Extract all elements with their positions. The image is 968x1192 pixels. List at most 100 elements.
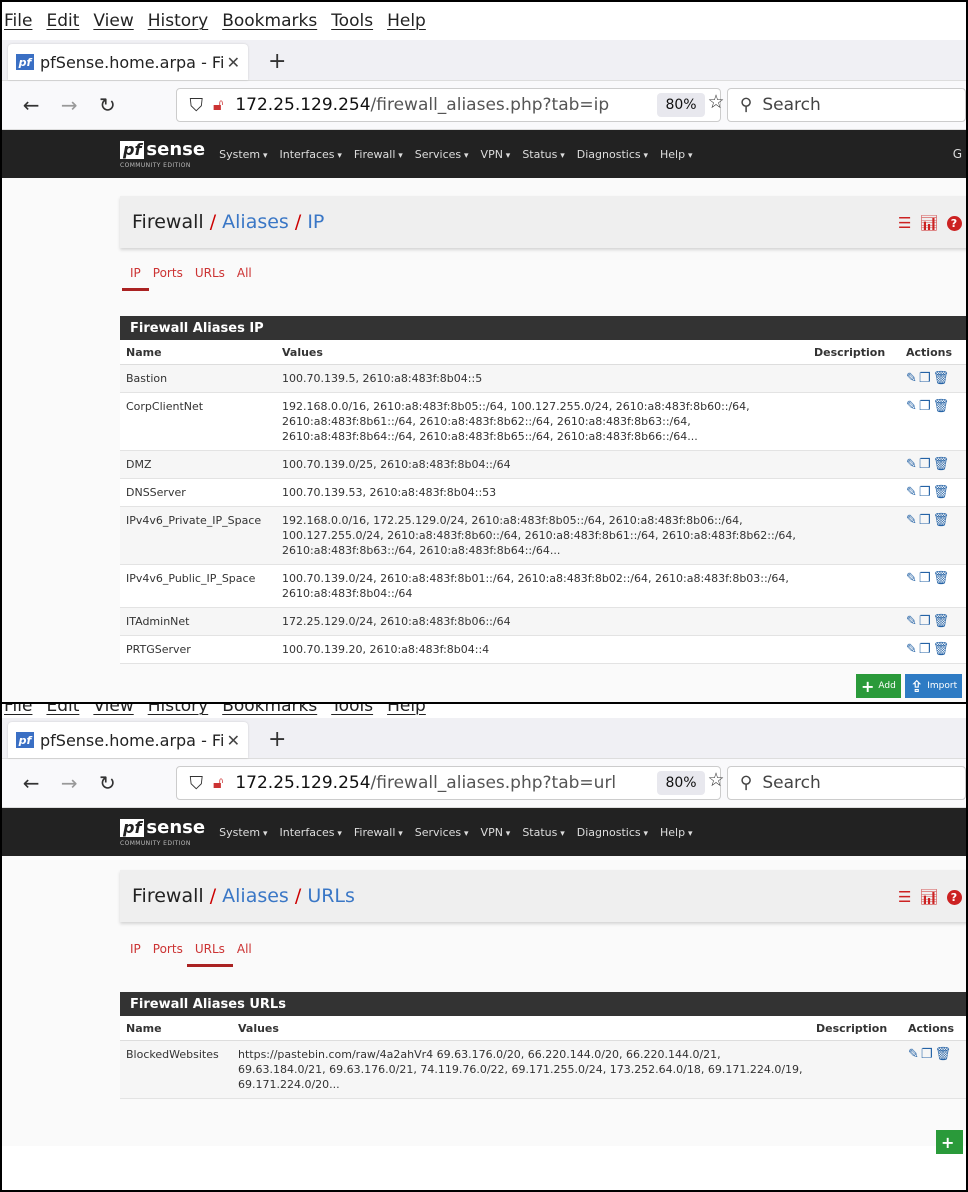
forward-arrow-icon[interactable]: → [50,93,88,117]
copy-icon[interactable]: ❐ [919,457,931,472]
url-text[interactable]: 172.25.129.254/firewall_aliases.php?tab=… [235,773,616,793]
trash-icon[interactable]: 🗑︎ [933,642,950,657]
edit-pencil-icon[interactable]: ✎ [906,399,917,414]
copy-icon[interactable]: ❐ [919,571,931,586]
nav-firewall[interactable]: Firewall [354,148,403,161]
tab-all[interactable]: All [237,266,252,280]
edit-pencil-icon[interactable]: ✎ [906,371,917,386]
chart-icon[interactable]: 📊︎ [919,888,938,906]
nav-firewall[interactable]: Firewall [354,826,403,839]
breadcrumb-ip[interactable]: IP [307,211,324,233]
zoom-indicator[interactable]: 80% [657,771,705,795]
close-tab-icon[interactable]: ✕ [227,731,240,750]
back-arrow-icon[interactable]: ← [12,93,50,117]
search-box[interactable]: ⚲ Search [726,766,966,800]
tab-ports[interactable]: Ports [153,266,183,280]
trash-icon[interactable]: 🗑︎ [933,614,950,629]
menu-history[interactable]: History [148,704,208,716]
nav-system[interactable]: System [219,826,267,839]
search-box[interactable]: ⚲ Search [726,88,966,122]
browser-tab[interactable]: pf pfSense.home.arpa - Fire ✕ [8,722,248,758]
new-tab-icon[interactable]: + [268,49,286,74]
edit-pencil-icon[interactable]: ✎ [906,571,917,586]
trash-icon[interactable]: 🗑︎ [933,457,950,472]
bookmark-star-icon[interactable]: ☆ [707,91,724,113]
tab-ports[interactable]: Ports [153,942,183,956]
trash-icon[interactable]: 🗑︎ [933,571,950,586]
copy-icon[interactable]: ❐ [919,371,931,386]
nav-diagnostics[interactable]: Diagnostics [577,826,648,839]
url-text[interactable]: 172.25.129.254/firewall_aliases.php?tab=… [235,95,609,115]
tab-all[interactable]: All [237,942,252,956]
edit-pencil-icon[interactable]: ✎ [906,614,917,629]
menu-history[interactable]: History [148,11,208,31]
nav-help[interactable]: Help [660,826,692,839]
new-tab-icon[interactable]: + [268,727,286,752]
chart-icon[interactable]: 📊︎ [919,214,938,232]
copy-icon[interactable]: ❐ [919,399,931,414]
close-tab-icon[interactable]: ✕ [227,53,240,72]
tab-urls[interactable]: URLs [195,266,225,280]
menu-file[interactable]: File [4,11,32,31]
menu-bookmarks[interactable]: Bookmarks [222,11,317,31]
menu-tools[interactable]: Tools [331,11,373,31]
trash-icon[interactable]: 🗑︎ [933,399,950,414]
nav-interfaces[interactable]: Interfaces [280,826,342,839]
url-bar[interactable]: ⛉ 🔓︎ 172.25.129.254/firewall_aliases.php… [176,766,725,800]
settings-sliders-icon[interactable]: ☰ [898,214,911,232]
nav-system[interactable]: System [219,148,267,161]
reload-icon[interactable]: ↻ [88,771,126,795]
help-icon[interactable]: ? [946,889,962,905]
copy-icon[interactable]: ❐ [919,614,931,629]
tab-ip[interactable]: IP [122,266,149,291]
nav-vpn[interactable]: VPN [481,826,511,839]
trash-icon[interactable]: 🗑︎ [933,513,950,528]
nav-help[interactable]: Help [660,148,692,161]
menu-edit[interactable]: Edit [46,704,79,716]
tab-ip[interactable]: IP [130,942,141,956]
trash-icon[interactable]: 🗑︎ [933,371,950,386]
add-button[interactable]: + Add [856,674,901,698]
reload-icon[interactable]: ↻ [88,93,126,117]
edit-pencil-icon[interactable]: ✎ [906,513,917,528]
menu-edit[interactable]: Edit [46,11,79,31]
edit-pencil-icon[interactable]: ✎ [906,642,917,657]
nav-logout-cut[interactable]: G [953,147,962,161]
edit-pencil-icon[interactable]: ✎ [906,457,917,472]
copy-icon[interactable]: ❐ [919,513,931,528]
menu-help[interactable]: Help [387,704,426,716]
menu-view[interactable]: View [93,704,133,716]
trash-icon[interactable]: 🗑︎ [933,485,950,500]
tab-urls[interactable]: URLs [186,942,233,967]
insecure-lock-icon[interactable]: 🔓︎ [213,95,223,115]
zoom-indicator[interactable]: 80% [657,93,705,117]
url-bar[interactable]: ⛉ 🔓︎ 172.25.129.254/firewall_aliases.php… [176,88,725,122]
nav-status[interactable]: Status [522,826,564,839]
nav-services[interactable]: Services [415,148,469,161]
insecure-lock-icon[interactable]: 🔓︎ [213,773,223,793]
menu-view[interactable]: View [93,11,133,31]
help-icon[interactable]: ? [946,215,962,231]
menu-help[interactable]: Help [387,11,426,31]
nav-interfaces[interactable]: Interfaces [280,148,342,161]
add-button[interactable]: + [936,1130,964,1154]
edit-pencil-icon[interactable]: ✎ [906,485,917,500]
trash-icon[interactable]: 🗑︎ [935,1047,952,1062]
nav-services[interactable]: Services [415,826,469,839]
forward-arrow-icon[interactable]: → [50,771,88,795]
import-button[interactable]: ⇪ Import [904,674,963,698]
nav-status[interactable]: Status [522,148,564,161]
browser-tab[interactable]: pf pfSense.home.arpa - Fire ✕ [8,44,248,80]
pfsense-logo[interactable]: pf sense COMMUNITY EDITION [120,817,205,847]
copy-icon[interactable]: ❐ [919,642,931,657]
copy-icon[interactable]: ❐ [921,1047,933,1062]
pfsense-logo[interactable]: pf sense COMMUNITY EDITION [120,139,205,169]
bookmark-star-icon[interactable]: ☆ [707,769,724,791]
settings-sliders-icon[interactable]: ☰ [898,888,911,906]
copy-icon[interactable]: ❐ [919,485,931,500]
menu-file[interactable]: File [4,704,32,716]
shield-icon[interactable]: ⛉ [189,773,203,794]
breadcrumb-urls[interactable]: URLs [307,885,355,907]
menu-bookmarks[interactable]: Bookmarks [222,704,317,716]
breadcrumb-aliases[interactable]: Aliases [222,885,289,907]
